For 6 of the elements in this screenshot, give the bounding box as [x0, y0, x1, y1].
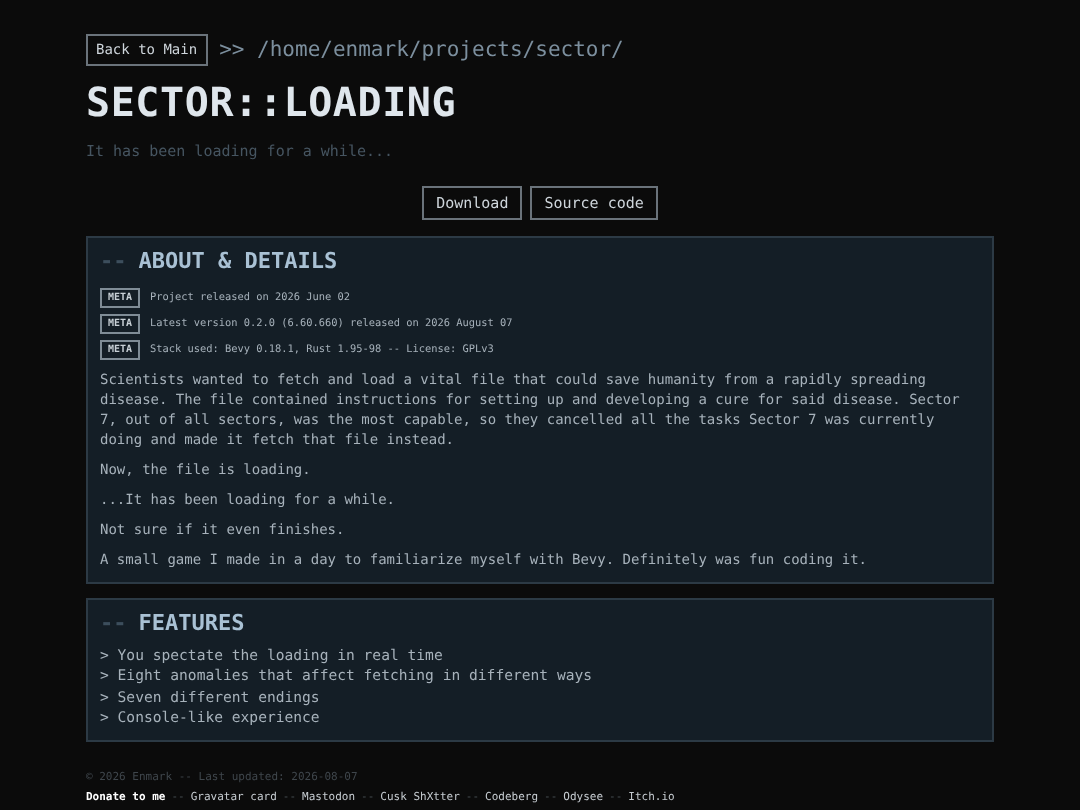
heading-prefix: -- [100, 610, 127, 636]
section-heading: ABOUT & DETAILS [138, 248, 338, 274]
path-text: >> /home/enmark/projects/sector/ [219, 38, 624, 62]
section-heading: FEATURES [138, 610, 245, 636]
heading-prefix: -- [100, 248, 127, 274]
page-title: SECTOR::LOADING [86, 78, 459, 126]
